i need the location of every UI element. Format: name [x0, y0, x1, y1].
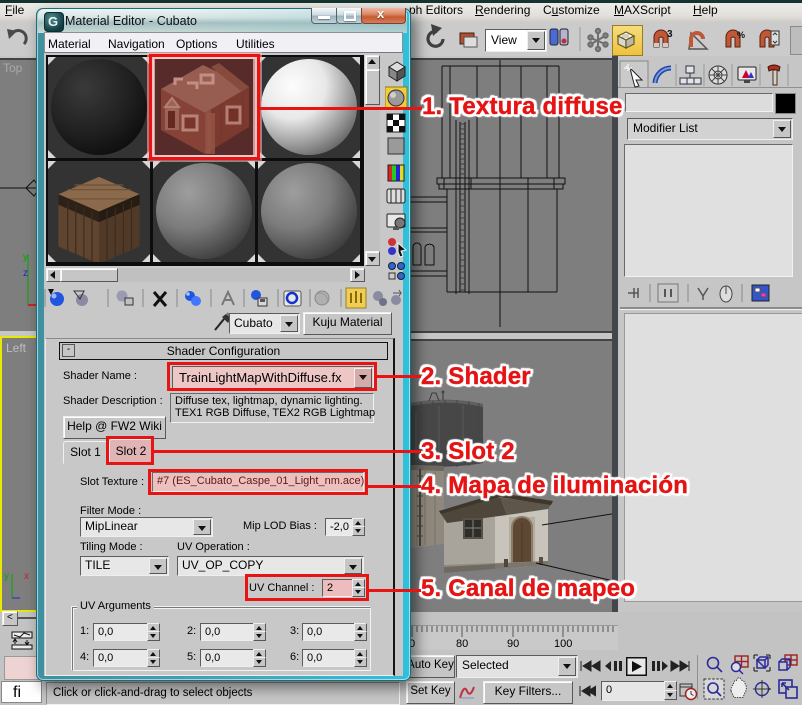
- svg-text:80: 80: [456, 638, 468, 649]
- svg-text:y: y: [23, 252, 28, 263]
- svg-text:0: 0: [411, 638, 415, 649]
- svg-text:x: x: [24, 571, 29, 582]
- svg-text:%: %: [737, 30, 745, 40]
- svg-text:90: 90: [507, 638, 519, 649]
- svg-text:100: 100: [554, 638, 572, 649]
- svg-text:z: z: [23, 268, 28, 279]
- svg-text:y: y: [4, 571, 9, 582]
- svg-text:3: 3: [667, 29, 673, 40]
